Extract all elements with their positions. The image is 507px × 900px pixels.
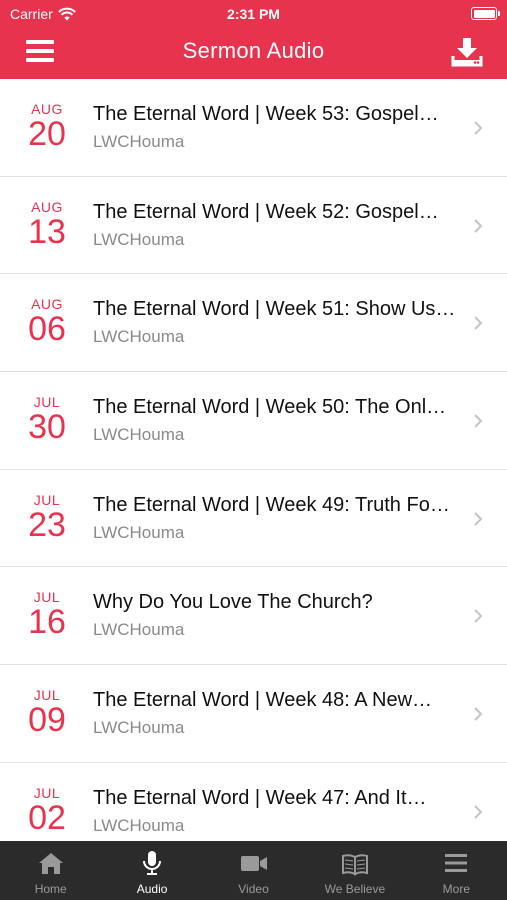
sermon-row[interactable]: AUG 06 The Eternal Word | Week 51: Show … <box>0 274 507 373</box>
tab-home[interactable]: Home <box>0 841 101 900</box>
sermon-author: LWCHouma <box>93 425 185 445</box>
chevron-right-icon <box>474 414 483 428</box>
sermon-title: The Eternal Word | Week 50: The Onl… <box>93 396 447 419</box>
download-icon[interactable] <box>451 37 483 67</box>
app-header: Carrier 2:31 PM Sermon Audio <box>0 0 507 79</box>
sermon-row[interactable]: JUL 09 The Eternal Word | Week 48: A New… <box>0 665 507 763</box>
sermon-author: LWCHouma <box>93 620 185 640</box>
sermon-date: JUL 30 <box>16 394 78 444</box>
book-icon <box>341 854 368 876</box>
video-camera-icon <box>240 856 267 871</box>
chevron-right-icon <box>474 805 483 819</box>
home-icon <box>38 853 63 874</box>
sermon-date: JUL 23 <box>16 492 78 542</box>
sermon-row[interactable]: JUL 16 Why Do You Love The Church? LWCHo… <box>0 567 507 666</box>
page-title: Sermon Audio <box>182 38 325 63</box>
sermon-day: 09 <box>28 701 66 740</box>
sermon-day: 02 <box>28 798 66 837</box>
sermon-day: 13 <box>28 212 66 251</box>
sermon-row[interactable]: JUL 23 The Eternal Word | Week 49: Truth… <box>0 470 507 568</box>
sermon-author: LWCHouma <box>93 815 185 835</box>
chevron-right-icon <box>474 218 483 233</box>
tab-more[interactable]: More <box>406 841 507 900</box>
tab-video[interactable]: Video <box>203 841 304 900</box>
sermon-author: LWCHouma <box>93 229 185 249</box>
sermon-date: AUG 20 <box>16 101 78 151</box>
sermon-row[interactable]: AUG 20 The Eternal Word | Week 53: Gospe… <box>0 79 507 177</box>
sermon-date: JUL 02 <box>16 785 78 835</box>
tab-label: We Believe <box>324 882 386 896</box>
sermon-day: 20 <box>28 115 66 153</box>
sermon-title: The Eternal Word | Week 49: Truth Fo… <box>93 493 450 516</box>
tab-label: Audio <box>136 882 168 896</box>
more-menu-icon <box>445 854 468 872</box>
sermon-title: The Eternal Word | Week 52: Gospel… <box>93 200 439 223</box>
sermon-author: LWCHouma <box>93 718 185 738</box>
status-bar: Carrier 2:31 PM <box>0 0 507 28</box>
sermon-title: The Eternal Word | Week 48: A New… <box>93 689 433 712</box>
tab-label: Video <box>238 882 269 896</box>
sermon-row[interactable]: JUL 30 The Eternal Word | Week 50: The O… <box>0 372 507 470</box>
sermon-author: LWCHouma <box>93 522 185 542</box>
tab-label: Home <box>34 882 67 896</box>
sermon-list: AUG 20 The Eternal Word | Week 53: Gospe… <box>0 79 507 841</box>
sermon-date: JUL 16 <box>16 589 78 639</box>
chevron-right-icon <box>474 707 483 721</box>
sermon-author: LWCHouma <box>93 132 185 151</box>
sermon-day: 16 <box>28 603 66 642</box>
battery-icon <box>471 7 500 20</box>
sermon-title: Why Do You Love The Church? <box>93 591 373 614</box>
tab-bar: Home Audio Video We Believe More <box>0 841 507 900</box>
sermon-day: 06 <box>28 310 66 349</box>
tab-we-believe[interactable]: We Believe <box>304 841 405 900</box>
tab-audio[interactable]: Audio <box>101 841 202 900</box>
sermon-title: The Eternal Word | Week 53: Gospel… <box>93 103 439 125</box>
sermon-row[interactable]: JUL 02 The Eternal Word | Week 47: And I… <box>0 763 507 841</box>
chevron-right-icon <box>474 609 483 624</box>
microphone-icon <box>143 851 162 875</box>
sermon-date: AUG 06 <box>16 296 78 346</box>
sermon-date: AUG 13 <box>16 199 78 249</box>
status-time: 2:31 PM <box>227 6 280 22</box>
sermon-author: LWCHouma <box>93 327 185 347</box>
tab-label: More <box>442 882 470 896</box>
chevron-right-icon <box>474 316 483 331</box>
sermon-date: JUL 09 <box>16 687 78 737</box>
sermon-row[interactable]: AUG 13 The Eternal Word | Week 52: Gospe… <box>0 177 507 275</box>
chevron-right-icon <box>474 512 483 526</box>
chevron-right-icon <box>474 121 483 135</box>
sermon-title: The Eternal Word | Week 47: And It… <box>93 786 427 809</box>
sermon-title: The Eternal Word | Week 51: Show Us… <box>93 298 456 321</box>
sermon-day: 30 <box>28 408 66 447</box>
sermon-day: 23 <box>28 505 66 544</box>
